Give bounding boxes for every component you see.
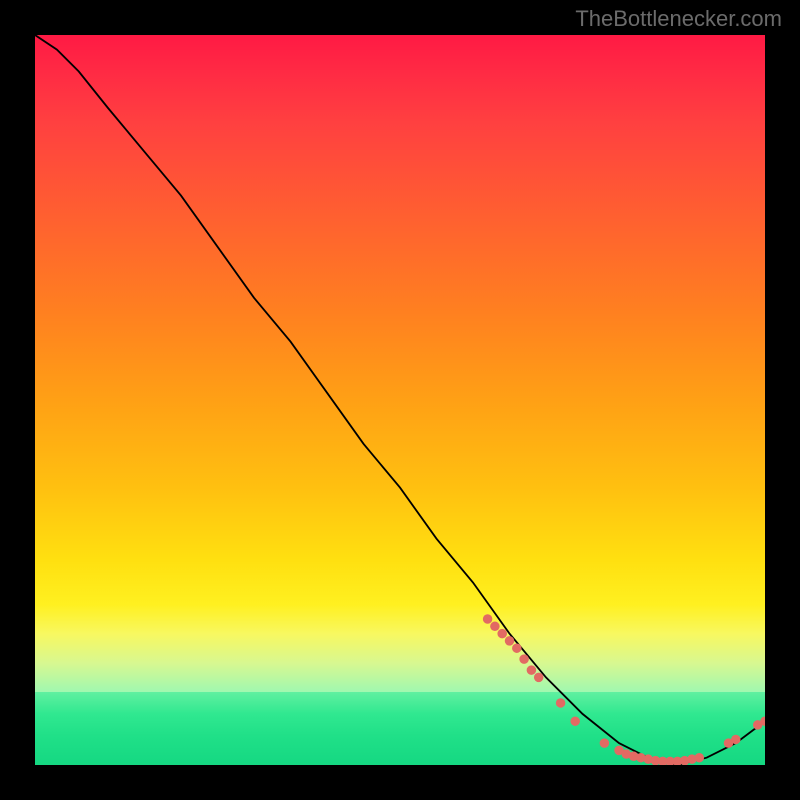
data-point xyxy=(497,629,506,638)
plot-area xyxy=(35,35,765,765)
data-point xyxy=(731,735,740,744)
data-point xyxy=(527,665,536,674)
data-point xyxy=(534,673,543,682)
data-point xyxy=(556,698,565,707)
chart-svg xyxy=(35,35,765,765)
data-point xyxy=(519,654,528,663)
data-point xyxy=(490,622,499,631)
data-point xyxy=(512,643,521,652)
bottleneck-curve xyxy=(35,35,765,765)
data-point xyxy=(570,716,579,725)
data-points xyxy=(483,614,765,765)
data-point xyxy=(600,738,609,747)
data-point xyxy=(695,753,704,762)
data-point xyxy=(505,636,514,645)
watermark-text: TheBottlenecker.com xyxy=(575,6,782,32)
data-point xyxy=(483,614,492,623)
